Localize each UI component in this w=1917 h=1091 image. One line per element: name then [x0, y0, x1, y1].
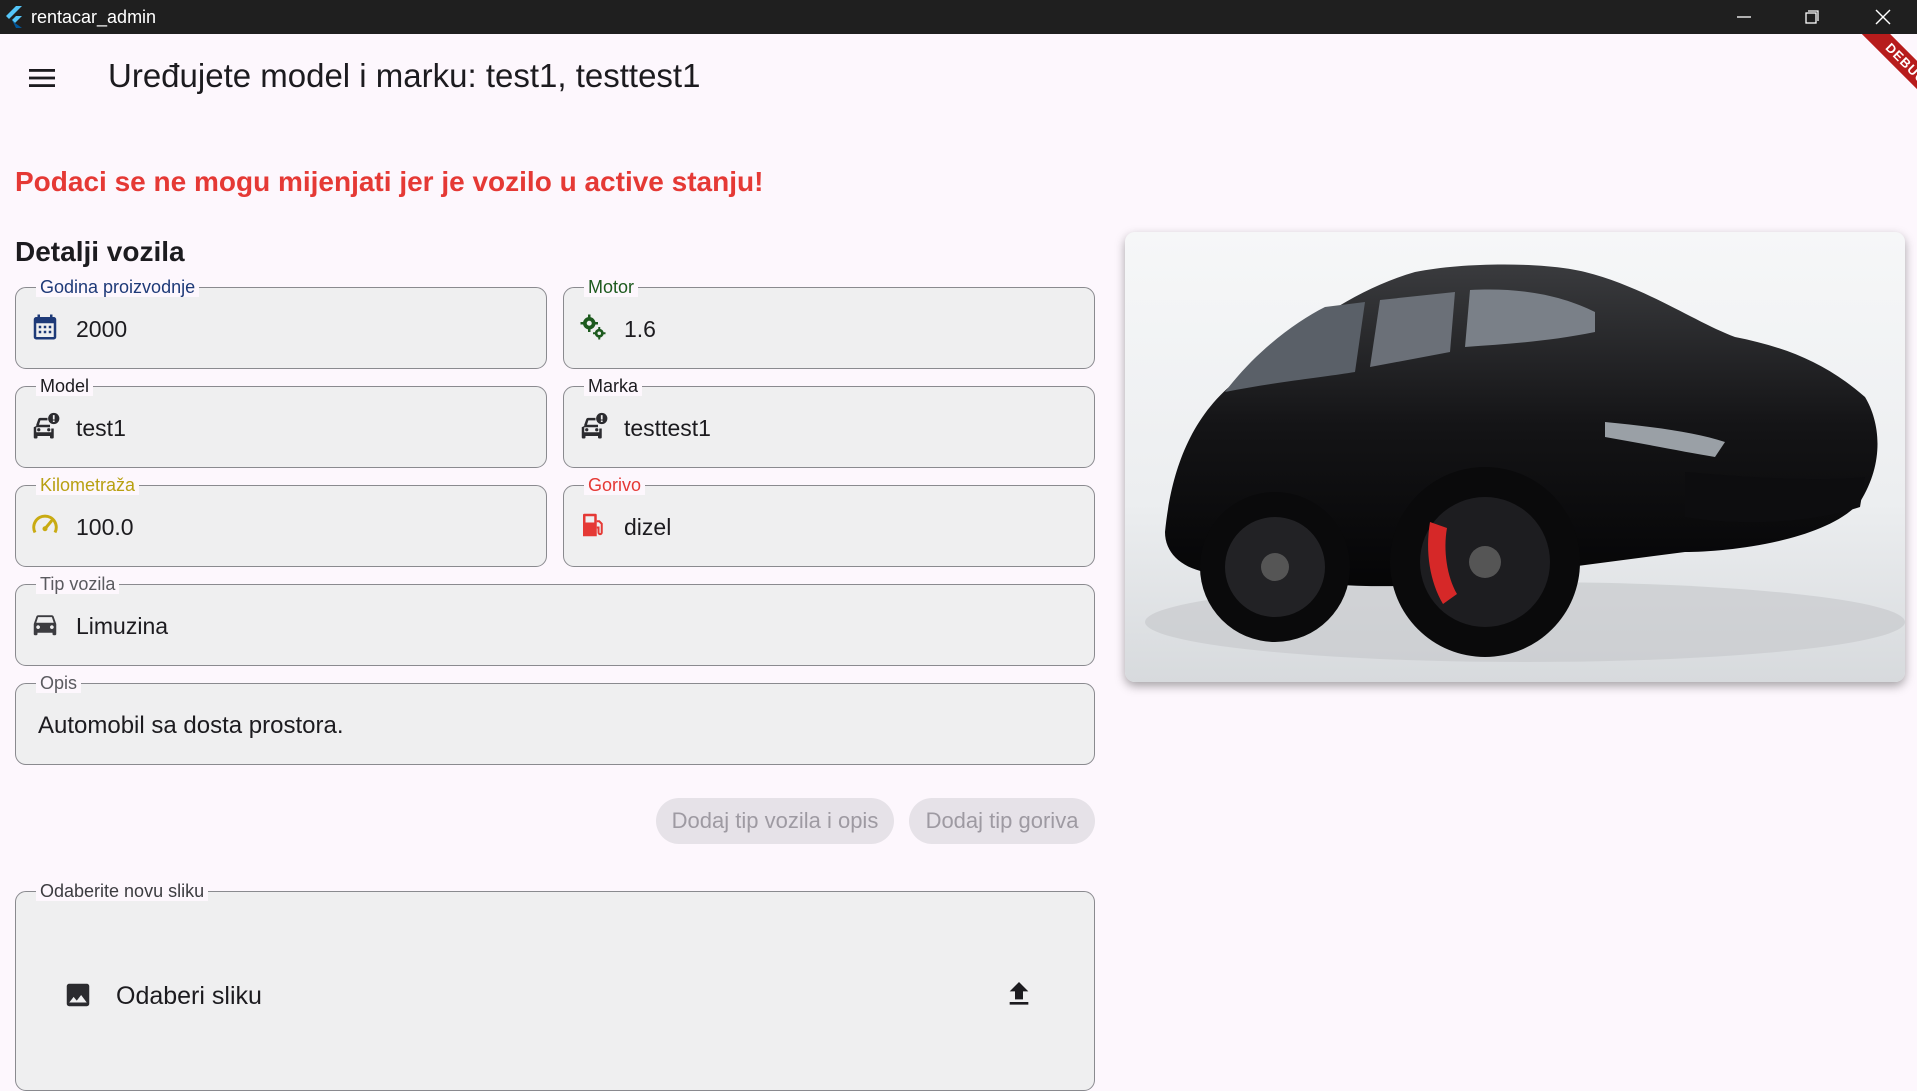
- mileage-field[interactable]: Kilometraža 100.0: [15, 475, 547, 567]
- flutter-logo-icon: [6, 6, 22, 28]
- mileage-field-label: Kilometraža: [36, 475, 140, 495]
- fuel-value: dizel: [624, 514, 672, 540]
- window-titlebar: rentacar_admin: [0, 0, 1917, 34]
- model-field[interactable]: Model test1: [15, 376, 547, 468]
- year-value: 2000: [76, 316, 128, 342]
- description-field[interactable]: Opis Automobil sa dosta prostora.: [15, 673, 1095, 765]
- year-field[interactable]: Godina proizvodnje 2000: [15, 277, 547, 369]
- speedometer-icon: [30, 510, 60, 540]
- model-value: test1: [76, 415, 126, 441]
- vehicle-image: [1125, 232, 1905, 682]
- car-alert-icon: [578, 411, 608, 441]
- calendar-icon: [30, 312, 60, 342]
- image-upload-label: Odaberite novu sliku: [36, 881, 209, 901]
- car-alert-icon: [30, 411, 60, 441]
- warning-message: Podaci se ne mogu mijenjati jer je vozil…: [15, 166, 764, 197]
- minimize-icon: [1737, 16, 1751, 18]
- brand-field[interactable]: Marka testtest1: [563, 376, 1095, 468]
- image-upload-field[interactable]: Odaberite novu sliku Odaberi sliku: [15, 881, 1095, 1091]
- description-field-label: Opis: [36, 673, 82, 693]
- engine-field-label: Motor: [584, 277, 639, 297]
- vehicle-type-value: Limuzina: [76, 613, 169, 639]
- restore-button[interactable]: [1778, 0, 1846, 34]
- add-type-and-description-button[interactable]: Dodaj tip vozila i opis: [656, 798, 894, 844]
- car-icon: [30, 609, 60, 639]
- gears-icon: [578, 312, 608, 342]
- debug-label: DEBUG: [1852, 34, 1917, 118]
- image-icon: [66, 983, 90, 1007]
- debug-banner: DEBUG: [1827, 34, 1917, 124]
- restore-icon: [1805, 10, 1819, 24]
- year-field-label: Godina proizvodnje: [36, 277, 200, 297]
- close-icon: [1875, 9, 1891, 25]
- fuel-field-label: Gorivo: [584, 475, 646, 495]
- page-title: Uređujete model i marku: test1, testtest…: [108, 57, 701, 94]
- brand-field-label: Marka: [584, 376, 643, 396]
- engine-value: 1.6: [624, 316, 656, 342]
- model-field-label: Model: [36, 376, 94, 396]
- brand-value: testtest1: [624, 415, 711, 441]
- close-button[interactable]: [1849, 0, 1917, 34]
- window-title: rentacar_admin: [31, 7, 157, 27]
- pick-image-button[interactable]: Odaberi sliku: [116, 982, 262, 1011]
- minimize-button[interactable]: [1710, 0, 1778, 34]
- vehicle-type-field[interactable]: Tip vozila Limuzina: [15, 574, 1095, 666]
- description-value: Automobil sa dosta prostora.: [38, 712, 344, 739]
- mileage-value: 100.0: [76, 514, 134, 540]
- engine-field[interactable]: Motor 1.6: [563, 277, 1095, 369]
- vehicle-type-field-label: Tip vozila: [36, 574, 120, 594]
- fuel-field[interactable]: Gorivo dizel: [563, 475, 1095, 567]
- menu-button[interactable]: [20, 58, 64, 98]
- hamburger-menu-icon: [29, 69, 55, 87]
- upload-icon[interactable]: [1003, 978, 1035, 1010]
- section-title: Detalji vozila: [15, 236, 185, 267]
- add-fuel-type-button[interactable]: Dodaj tip goriva: [909, 798, 1095, 844]
- fuel-icon: [578, 510, 608, 540]
